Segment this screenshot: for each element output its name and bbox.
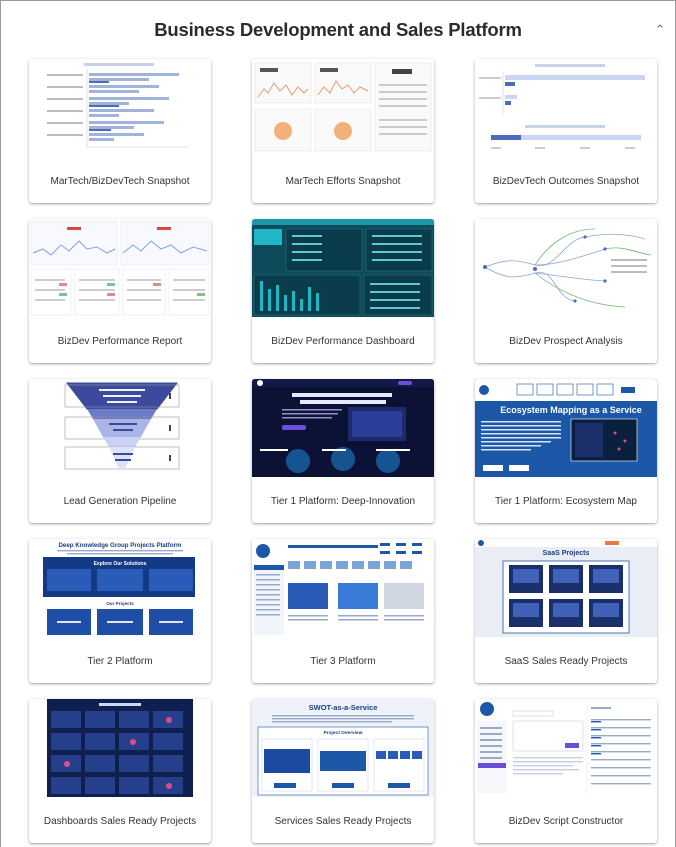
card-label: Tier 3 Platform — [310, 656, 376, 667]
card-thumbnail — [475, 699, 657, 797]
card-thumbnail — [29, 59, 211, 157]
section-panel: Business Development and Sales Platform … — [0, 0, 676, 847]
swot-overview: Project Overview — [324, 730, 363, 736]
card-bizdev-performance-report[interactable]: BizDev Performance Report — [29, 219, 211, 363]
card-thumbnail — [252, 379, 434, 477]
card-thumbnail — [29, 219, 211, 317]
card-label: Tier 1 Platform: Ecosystem Map — [495, 496, 637, 507]
card-tier1-ecosystem-map[interactable]: Ecosystem Mapping as a Service Tier 1 Pl… — [475, 379, 657, 523]
card-label: Dashboards Sales Ready Projects — [43, 816, 197, 827]
card-martech-efforts-snapshot[interactable]: MarTech Efforts Snapshot — [252, 59, 434, 203]
card-saas-sales-ready-projects[interactable]: SaaS Projects SaaS Sales Ready Projects — [475, 539, 657, 683]
card-tier1-deep-innovation[interactable]: Tier 1 Platform: Deep-Innovation — [252, 379, 434, 523]
card-label: MarTech Efforts Snapshot — [285, 176, 401, 187]
card-label: BizDev Script Constructor — [508, 816, 624, 827]
card-thumbnail — [475, 59, 657, 157]
card-bizdevtech-outcomes-snapshot[interactable]: BizDevTech Outcomes Snapshot — [475, 59, 657, 203]
card-bizdev-prospect-analysis[interactable]: BizDev Prospect Analysis — [475, 219, 657, 363]
card-label: Services Sales Ready Projects — [274, 816, 412, 827]
card-label: Tier 2 Platform — [87, 656, 153, 667]
card-label: SaaS Sales Ready Projects — [504, 656, 628, 667]
card-lead-generation-pipeline[interactable]: Lead Generation Pipeline — [29, 379, 211, 523]
card-thumbnail — [252, 59, 434, 157]
card-bizdev-performance-dashboard[interactable]: BizDev Performance Dashboard — [252, 219, 434, 363]
saas-title: SaaS Projects — [543, 550, 590, 557]
card-thumbnail: Ecosystem Mapping as a Service — [475, 379, 657, 477]
card-grid: MarTech/BizDevTech Snapshot MarTech Effo… — [1, 1, 675, 847]
card-bizdev-script-constructor[interactable]: BizDev Script Constructor — [475, 699, 657, 843]
tier2-title: Deep Knowledge Group Projects Platform — [58, 542, 182, 549]
card-label: Lead Generation Pipeline — [63, 496, 177, 507]
card-thumbnail: SWOT-as-a-Service Project Overview — [252, 699, 434, 797]
card-thumbnail: Deep Knowledge Group Projects Platform E… — [29, 539, 211, 637]
tier2-explore: Explore Our Solutions — [94, 561, 147, 567]
card-thumbnail — [252, 539, 434, 637]
card-tier2-platform[interactable]: Deep Knowledge Group Projects Platform E… — [29, 539, 211, 683]
card-label: MarTech/BizDevTech Snapshot — [50, 176, 190, 187]
swot-title: SWOT-as-a-Service — [309, 703, 378, 712]
card-label: BizDev Prospect Analysis — [509, 336, 623, 347]
card-services-sales-ready-projects[interactable]: SWOT-as-a-Service Project Overview Servi… — [252, 699, 434, 843]
card-thumbnail — [29, 699, 211, 797]
card-label: BizDev Performance Dashboard — [271, 336, 415, 347]
card-label: BizDevTech Outcomes Snapshot — [492, 176, 640, 187]
card-label: BizDev Performance Report — [57, 336, 183, 347]
card-dashboards-sales-ready-projects[interactable]: Dashboards Sales Ready Projects — [29, 699, 211, 843]
card-thumbnail — [475, 219, 657, 317]
card-tier3-platform[interactable]: Tier 3 Platform — [252, 539, 434, 683]
card-thumbnail — [252, 219, 434, 317]
card-martech-bizdevtech-snapshot[interactable]: MarTech/BizDevTech Snapshot — [29, 59, 211, 203]
tier2-projects: Our Projects — [106, 601, 134, 606]
card-label: Tier 1 Platform: Deep-Innovation — [270, 496, 416, 507]
card-thumbnail: SaaS Projects — [475, 539, 657, 637]
card-thumbnail — [29, 379, 211, 477]
ecosystem-title: Ecosystem Mapping as a Service — [500, 405, 642, 415]
